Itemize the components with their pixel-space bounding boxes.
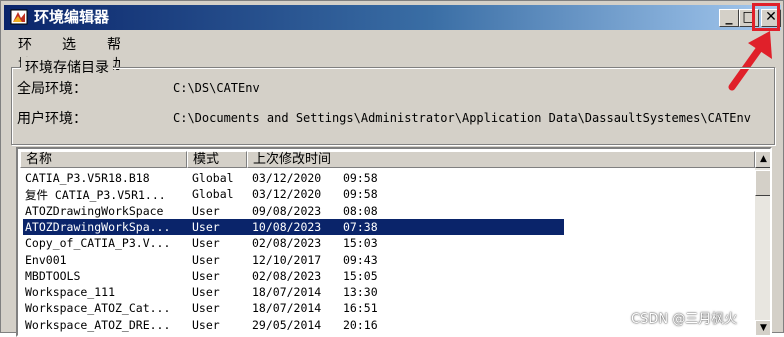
env-time: 09:58 xyxy=(343,171,378,185)
env-name: Workspace_111 xyxy=(25,285,116,300)
env-mode: User xyxy=(192,268,220,283)
env-time: 16:51 xyxy=(343,301,378,316)
env-name: Copy_of_CATIA_P3.V... xyxy=(25,236,171,251)
env-name: Workspace_ATOZ_Cat... xyxy=(25,301,171,316)
list-item[interactable]: Workspace_ATOZ_Cat... User 18/07/2014 16:51 xyxy=(23,300,564,316)
env-mode: User xyxy=(192,301,220,316)
list-item[interactable]: ATOZDrawingWorkSpa... User 10/08/2023 07:38 xyxy=(23,218,564,235)
env-time: 15:03 xyxy=(343,236,378,251)
env-name: CATIA_P3.V5R18.B18 xyxy=(25,171,150,185)
env-date: 03/12/2020 xyxy=(252,187,322,202)
env-time: 07:38 xyxy=(343,219,378,234)
list-item[interactable]: Workspace_111 User 18/07/2014 13:30 xyxy=(23,284,564,300)
env-name: Workspace_ATOZ_DRE... xyxy=(25,317,171,332)
env-name: Env001 xyxy=(25,252,67,267)
list-item[interactable]: 复件 CATIA_P3.V5R1... Global 03/12/2020 09:58 xyxy=(23,186,564,202)
env-time: 08:08 xyxy=(343,203,378,218)
scroll-up-button[interactable]: ▲ xyxy=(755,151,770,168)
storage-directory-group xyxy=(11,67,775,145)
user-env-label: 用户环境： xyxy=(17,111,87,127)
env-time: 15:05 xyxy=(343,268,378,283)
env-date: 29/05/2014 xyxy=(252,317,322,332)
env-mode: User xyxy=(192,317,220,332)
env-date: 12/10/2017 xyxy=(252,252,322,267)
env-mode: User xyxy=(192,252,220,267)
list-item[interactable]: Workspace_ATOZ_DRE... User 29/05/2014 20:16 xyxy=(23,317,564,333)
env-date: 10/08/2023 xyxy=(252,219,322,234)
env-time: 13:30 xyxy=(343,285,378,300)
env-name: ATOZDrawingWorkSpace xyxy=(25,203,164,218)
list-item[interactable]: MBDTOOLS User 02/08/2023 15:05 xyxy=(23,268,564,284)
env-date: 18/07/2014 xyxy=(252,285,322,300)
env-mode: Global xyxy=(192,187,234,202)
env-time: 20:16 xyxy=(343,317,378,332)
env-mode: User xyxy=(192,236,220,251)
global-env-label: 全局环境： xyxy=(17,81,87,97)
scroll-down-button[interactable]: ▼ xyxy=(755,320,770,335)
env-date: 03/12/2020 xyxy=(252,171,322,185)
user-env-path: C:\Documents and Settings\Administrator\… xyxy=(173,111,751,125)
app-icon xyxy=(10,9,28,25)
env-date: 02/08/2023 xyxy=(252,268,322,283)
env-date: 09/08/2023 xyxy=(252,203,322,218)
list-item[interactable]: ATOZDrawingWorkSpace User 09/08/2023 08:08 xyxy=(23,203,564,219)
title-bar[interactable]: 环境编辑器 _ □ ✕ xyxy=(4,5,781,30)
env-mode: Global xyxy=(192,171,234,185)
env-name: 复件 CATIA_P3.V5R1... xyxy=(25,188,166,203)
env-name: ATOZDrawingWorkSpa... xyxy=(25,219,171,234)
env-time: 09:58 xyxy=(343,187,378,202)
env-mode: User xyxy=(192,219,220,234)
annotation-highlight-box xyxy=(752,3,780,31)
list-item[interactable]: Copy_of_CATIA_P3.V... User 02/08/2023 15:03 xyxy=(23,235,564,251)
env-date: 18/07/2014 xyxy=(252,301,322,316)
vertical-scrollbar[interactable]: ▲ ▼ xyxy=(755,151,770,335)
group-title: 环境存储目录 xyxy=(21,57,113,77)
minimize-button[interactable]: _ xyxy=(719,9,739,27)
env-name: MBDTOOLS xyxy=(25,268,81,283)
column-header-mode[interactable]: 模式 xyxy=(187,151,247,168)
list-item[interactable]: CATIA_P3.V5R18.B18 Global 03/12/2020 09:58 xyxy=(23,170,564,186)
env-date: 02/08/2023 xyxy=(252,236,322,251)
scroll-thumb[interactable] xyxy=(755,170,770,196)
watermark: CSDN @三月枫火 xyxy=(631,312,738,327)
environment-editor-window: 环境编辑器 _ □ ✕ 环境 选项 帮助 环境存储目录 全局环境： C:\DS\… xyxy=(0,0,784,337)
window-title: 环境编辑器 xyxy=(34,8,110,26)
column-header-name[interactable]: 名称 xyxy=(20,151,187,168)
column-header-modified[interactable]: 上次修改时间 xyxy=(247,151,755,168)
list-item[interactable]: Env001 User 12/10/2017 09:43 xyxy=(23,252,564,268)
env-mode: User xyxy=(192,285,220,300)
global-env-path: C:\DS\CATEnv xyxy=(173,81,260,95)
env-time: 09:43 xyxy=(343,252,378,267)
env-mode: User xyxy=(192,203,220,218)
